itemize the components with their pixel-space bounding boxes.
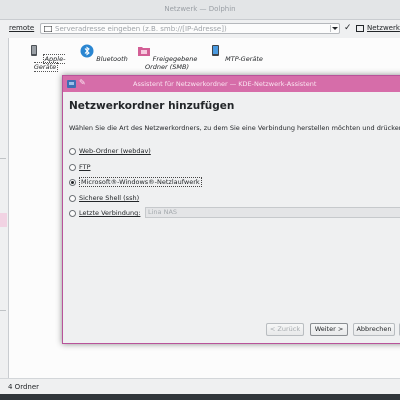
bluetooth-icon bbox=[80, 44, 94, 58]
place-label: Freigegebene Ordner (SMB) bbox=[144, 55, 198, 71]
radio-label: Letzte Verbindung: bbox=[79, 209, 141, 217]
place-item-apple[interactable]: Apple-Geräte bbox=[15, 42, 77, 72]
panel-divider bbox=[0, 310, 6, 311]
confirm-icon[interactable]: ✓ bbox=[344, 22, 354, 34]
pin-icon[interactable]: ✎ bbox=[79, 78, 86, 87]
location-input[interactable] bbox=[55, 24, 325, 33]
cancel-button[interactable]: Abbrechen bbox=[353, 323, 395, 336]
window-border bbox=[0, 394, 400, 400]
chevron-down-icon[interactable] bbox=[330, 25, 338, 32]
wizard-titlebar[interactable]: ✎ Assistent für Netzwerkordner — KDE-Net… bbox=[63, 76, 400, 92]
radio-label: Microsoft®-Windows®-Netzlaufwerk bbox=[79, 177, 202, 187]
panel-divider bbox=[0, 158, 6, 159]
selected-place-marker[interactable] bbox=[0, 213, 7, 227]
radio-button[interactable] bbox=[69, 195, 76, 202]
mtp-device-icon bbox=[212, 45, 220, 56]
radio-button[interactable] bbox=[69, 148, 76, 155]
recent-connection-select[interactable]: Lina NAS bbox=[145, 207, 400, 218]
place-label: MTP-Geräte bbox=[225, 55, 263, 63]
places-panel bbox=[0, 38, 9, 378]
breadcrumb[interactable]: Netzwerk bbox=[367, 24, 400, 32]
place-item-smb[interactable]: Freigegebene Ordner (SMB) bbox=[136, 42, 198, 71]
remote-label[interactable]: remote bbox=[9, 24, 34, 32]
page-title: Netzwerkordner hinzufügen bbox=[69, 100, 235, 112]
radio-button[interactable] bbox=[69, 164, 76, 171]
window-title: Netzwerk — Dolphin bbox=[0, 0, 400, 20]
place-label: Bluetooth bbox=[96, 55, 128, 63]
status-bar: 4 Ordner bbox=[0, 378, 400, 395]
network-folder-wizard: ✎ Assistent für Netzwerkordner — KDE-Net… bbox=[62, 75, 400, 344]
back-button[interactable]: < Zurück bbox=[266, 323, 304, 336]
radio-label: Web-Ordner (webdav) bbox=[79, 147, 151, 155]
network-folder-icon bbox=[356, 25, 364, 32]
location-toolbar: remote ✓ Netzwerk bbox=[0, 20, 400, 37]
app-icon bbox=[67, 80, 76, 88]
location-bar[interactable] bbox=[40, 23, 340, 34]
radio-label: FTP bbox=[79, 163, 91, 171]
wizard-description: Wählen Sie die Art des Netzwerkordners, … bbox=[69, 124, 400, 132]
smb-folder-icon bbox=[137, 47, 150, 56]
place-item-bluetooth[interactable]: Bluetooth bbox=[73, 42, 135, 63]
radio-label: Sichere Shell (ssh) bbox=[79, 194, 140, 202]
place-item-mtp[interactable]: MTP-Geräte bbox=[205, 42, 267, 63]
wizard-title: Assistent für Netzwerkordner — KDE-Netzw… bbox=[133, 80, 317, 88]
status-text: 4 Ordner bbox=[8, 383, 40, 391]
next-button[interactable]: Weiter > bbox=[310, 323, 348, 336]
apple-device-icon bbox=[30, 45, 37, 56]
radio-button[interactable] bbox=[69, 210, 76, 217]
folder-icon bbox=[44, 26, 52, 32]
radio-button-checked[interactable] bbox=[69, 179, 76, 186]
